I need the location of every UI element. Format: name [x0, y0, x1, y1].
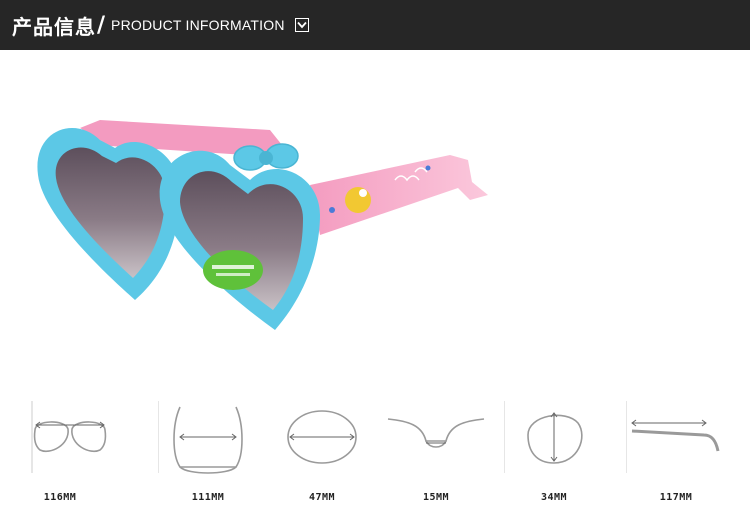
dimension-label: 117MM [659, 492, 693, 503]
header-title-cn: 产品信息 [12, 14, 96, 39]
dimension-item: 116MM [10, 395, 110, 505]
dimension-item: 15MM [386, 395, 486, 505]
dimension-label: 47MM [308, 492, 336, 503]
heart-sunglasses-image [37, 120, 488, 330]
dimension-row: 116MM 111MM 47MM 15MM 34MM 117MM [10, 395, 740, 505]
dimension-label: 34MM [540, 492, 568, 503]
lens-sticker [203, 250, 263, 290]
cartoon-bird-decoration [345, 187, 371, 213]
header-slash: / [97, 12, 106, 38]
dimension-item: 47MM [272, 395, 372, 505]
bridge-width-icon [387, 418, 485, 448]
lens-height-icon [504, 401, 583, 473]
dimension-item: 111MM [158, 395, 258, 505]
temple-spread-icon [158, 401, 243, 474]
chevron-down-icon[interactable] [294, 18, 309, 32]
dimension-label: 116MM [43, 492, 77, 503]
frame-width-icon [31, 401, 107, 473]
right-temple [310, 155, 488, 235]
header-bar: 产品信息 / PRODUCT INFORMATION [0, 0, 750, 50]
dimension-item: 34MM [504, 395, 604, 505]
dimension-label: 111MM [191, 492, 225, 503]
dimension-item: 117MM [626, 395, 726, 505]
temple-length-icon [626, 401, 720, 473]
header-title-en: PRODUCT INFORMATION [111, 17, 285, 33]
lens-width-icon [287, 410, 357, 464]
dimension-label: 15MM [422, 492, 450, 503]
